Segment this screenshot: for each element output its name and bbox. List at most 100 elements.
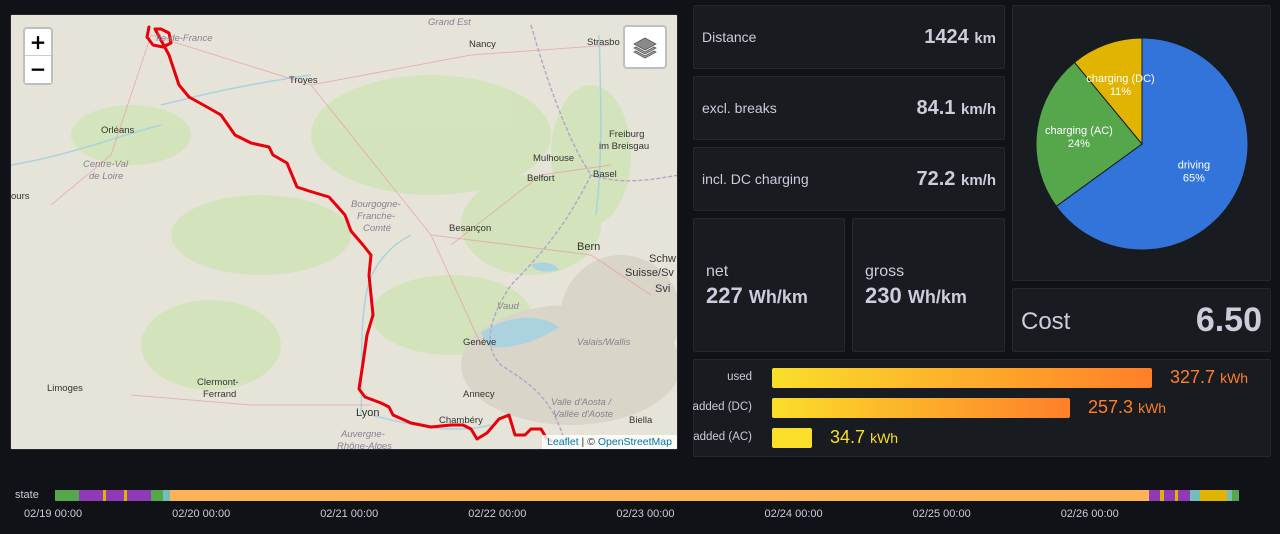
map-label-bern: Bern	[577, 241, 601, 253]
gross-consumption-panel: gross 230 Wh/km	[852, 218, 1005, 352]
map-label-schweiz-2: Suisse/Sv	[625, 267, 674, 279]
pie-label-name-0: driving	[1178, 159, 1210, 171]
map-label-clermont-1: Clermont-	[197, 377, 239, 388]
energy-added-ac-label: added (AC)	[693, 431, 752, 443]
timeline-segment-charging[interactable]	[1148, 490, 1161, 501]
energy-used-number: 327.7	[1170, 367, 1216, 387]
pie-label-pct-1: 24%	[1068, 138, 1090, 150]
cost-label: Cost	[1021, 308, 1071, 335]
state-timeline[interactable]	[55, 490, 1239, 501]
map-label-belfort: Belfort	[527, 173, 555, 184]
energy-used-bar	[772, 368, 1152, 388]
timeline-segment-online[interactable]	[163, 490, 171, 501]
timeline-tick: 02/26 00:00	[1060, 508, 1119, 520]
map-canvas[interactable]	[11, 15, 678, 450]
layers-button[interactable]	[623, 25, 667, 69]
timeline-segment-driving[interactable]	[55, 490, 79, 501]
net-value: 227 Wh/km	[706, 283, 808, 309]
timeline-segment-online[interactable]	[1190, 490, 1200, 501]
map-label-tours: ours	[11, 191, 30, 202]
distance-value: 1424 km	[924, 26, 996, 49]
timeline-segment-charging[interactable]	[127, 490, 152, 501]
pie-label-name-2: charging (DC)	[1086, 73, 1154, 85]
excl-breaks-value: 84.1 km/h	[916, 97, 996, 120]
zoom-out-button[interactable]: −	[25, 56, 51, 83]
distance-number: 1424	[924, 26, 969, 48]
timeline-tick: 02/24 00:00	[764, 508, 823, 520]
excl-breaks-number: 84.1	[916, 97, 956, 119]
timeline-segment-charging[interactable]	[1178, 490, 1191, 501]
net-consumption-panel: net 227 Wh/km	[693, 218, 845, 352]
pie-label-pct-0: 65%	[1183, 172, 1205, 184]
timeline-state-label: state	[15, 489, 39, 501]
net-unit: Wh/km	[748, 287, 808, 307]
net-number: 227	[706, 283, 743, 308]
map-label-bourgogne-1: Bourgogne-	[351, 199, 401, 210]
incl-dc-number: 72.2	[916, 168, 956, 190]
timeline-tick: 02/20 00:00	[172, 508, 231, 520]
timeline-segment-driving[interactable]	[151, 490, 164, 501]
energy-row-added-ac: added (AC) 34.7 kWh	[693, 426, 1270, 452]
incl-dc-value: 72.2 km/h	[916, 168, 996, 191]
map-label-bourgogne-2: Franche-	[357, 211, 396, 222]
incl-dc-unit: km/h	[960, 172, 996, 189]
map-label-vaud: Vaud	[497, 301, 519, 312]
gross-label: gross	[865, 263, 905, 280]
map-label-chambery: Chambéry	[439, 415, 483, 426]
map-label-valais: Valais/Wallis	[577, 337, 631, 348]
timeline-segment-driving[interactable]	[1231, 490, 1239, 501]
map-label-freiburg-1: Freiburg	[609, 129, 645, 140]
timeline-tick: 02/21 00:00	[320, 508, 379, 520]
timeline-tick: 02/22 00:00	[468, 508, 527, 520]
map-label-auvergne-2: Rhône-Alpes	[337, 441, 392, 450]
timeline-segment-charging[interactable]	[106, 490, 124, 501]
energy-added-ac-number: 34.7	[830, 427, 866, 447]
speed-excl-breaks-panel: excl. breaks 84.1 km/h	[693, 76, 1005, 140]
map-label-mulhouse: Mulhouse	[533, 153, 575, 164]
map-label-geneve: Genève	[463, 337, 497, 348]
timeline-tick: 02/25 00:00	[912, 508, 971, 520]
timeline-segment-dc[interactable]	[1199, 490, 1227, 501]
map-label-besancon: Besançon	[449, 223, 492, 234]
energy-row-used: used 327.7 kWh	[694, 366, 1270, 392]
map-label-freiburg-2: im Breisgau	[599, 141, 650, 152]
timeline-tick: 02/23 00:00	[616, 508, 675, 520]
timeline-segment-charging[interactable]	[1164, 490, 1175, 501]
incl-dc-label: incl. DC charging	[702, 171, 809, 187]
gross-unit: Wh/km	[907, 287, 967, 307]
distance-unit: km	[974, 30, 996, 47]
cost-value: 6.50	[1195, 301, 1262, 339]
energy-added-dc-bar	[772, 398, 1070, 418]
gross-value: 230 Wh/km	[865, 283, 967, 309]
map-panel[interactable]: Île-de-France Grand Est Nancy Strasbo Tr…	[10, 14, 678, 450]
energy-added-dc-label: added (DC)	[692, 401, 752, 413]
map-label-lyon: Lyon	[356, 407, 380, 419]
energy-added-ac-value: 34.7 kWh	[830, 427, 898, 448]
map-label-aosta-2: Vallée d'Aoste	[553, 409, 614, 420]
timeline-segment-charging[interactable]	[78, 490, 103, 501]
energy-added-dc-unit: kWh	[1138, 400, 1167, 416]
excl-breaks-unit: km/h	[960, 101, 996, 118]
map-label-schweiz-1: Schw	[649, 253, 676, 265]
timeline-segment-parked[interactable]	[170, 490, 1149, 501]
zoom-in-button[interactable]: +	[25, 29, 51, 56]
net-label: net	[706, 263, 729, 280]
osm-link[interactable]: OpenStreetMap	[598, 436, 672, 448]
map-label-grand-est: Grand Est	[428, 17, 471, 28]
energy-added-ac-bar	[772, 428, 812, 448]
map-label-orleans: Orléans	[101, 125, 135, 136]
pie-chart: driving65% charging (AC)24% charging (DC)1…	[1035, 37, 1249, 251]
map-label-clermont-2: Ferrand	[203, 389, 237, 400]
map-label-limoges: Limoges	[47, 383, 83, 394]
map-label-bourgogne-3: Comté	[363, 223, 391, 234]
energy-used-unit: kWh	[1220, 370, 1249, 386]
zoom-control: + −	[23, 27, 53, 85]
excl-breaks-label: excl. breaks	[702, 100, 777, 116]
gross-number: 230	[865, 283, 902, 308]
attribution-separator: | ©	[578, 436, 598, 448]
leaflet-link[interactable]: Leaflet	[547, 436, 579, 448]
energy-used-label: used	[727, 371, 752, 383]
map-label-auvergne-1: Auvergne-	[341, 429, 385, 440]
pie-label-pct-2: 11%	[1110, 86, 1131, 98]
map-label-ile-de-france: Île-de-France	[156, 33, 213, 44]
